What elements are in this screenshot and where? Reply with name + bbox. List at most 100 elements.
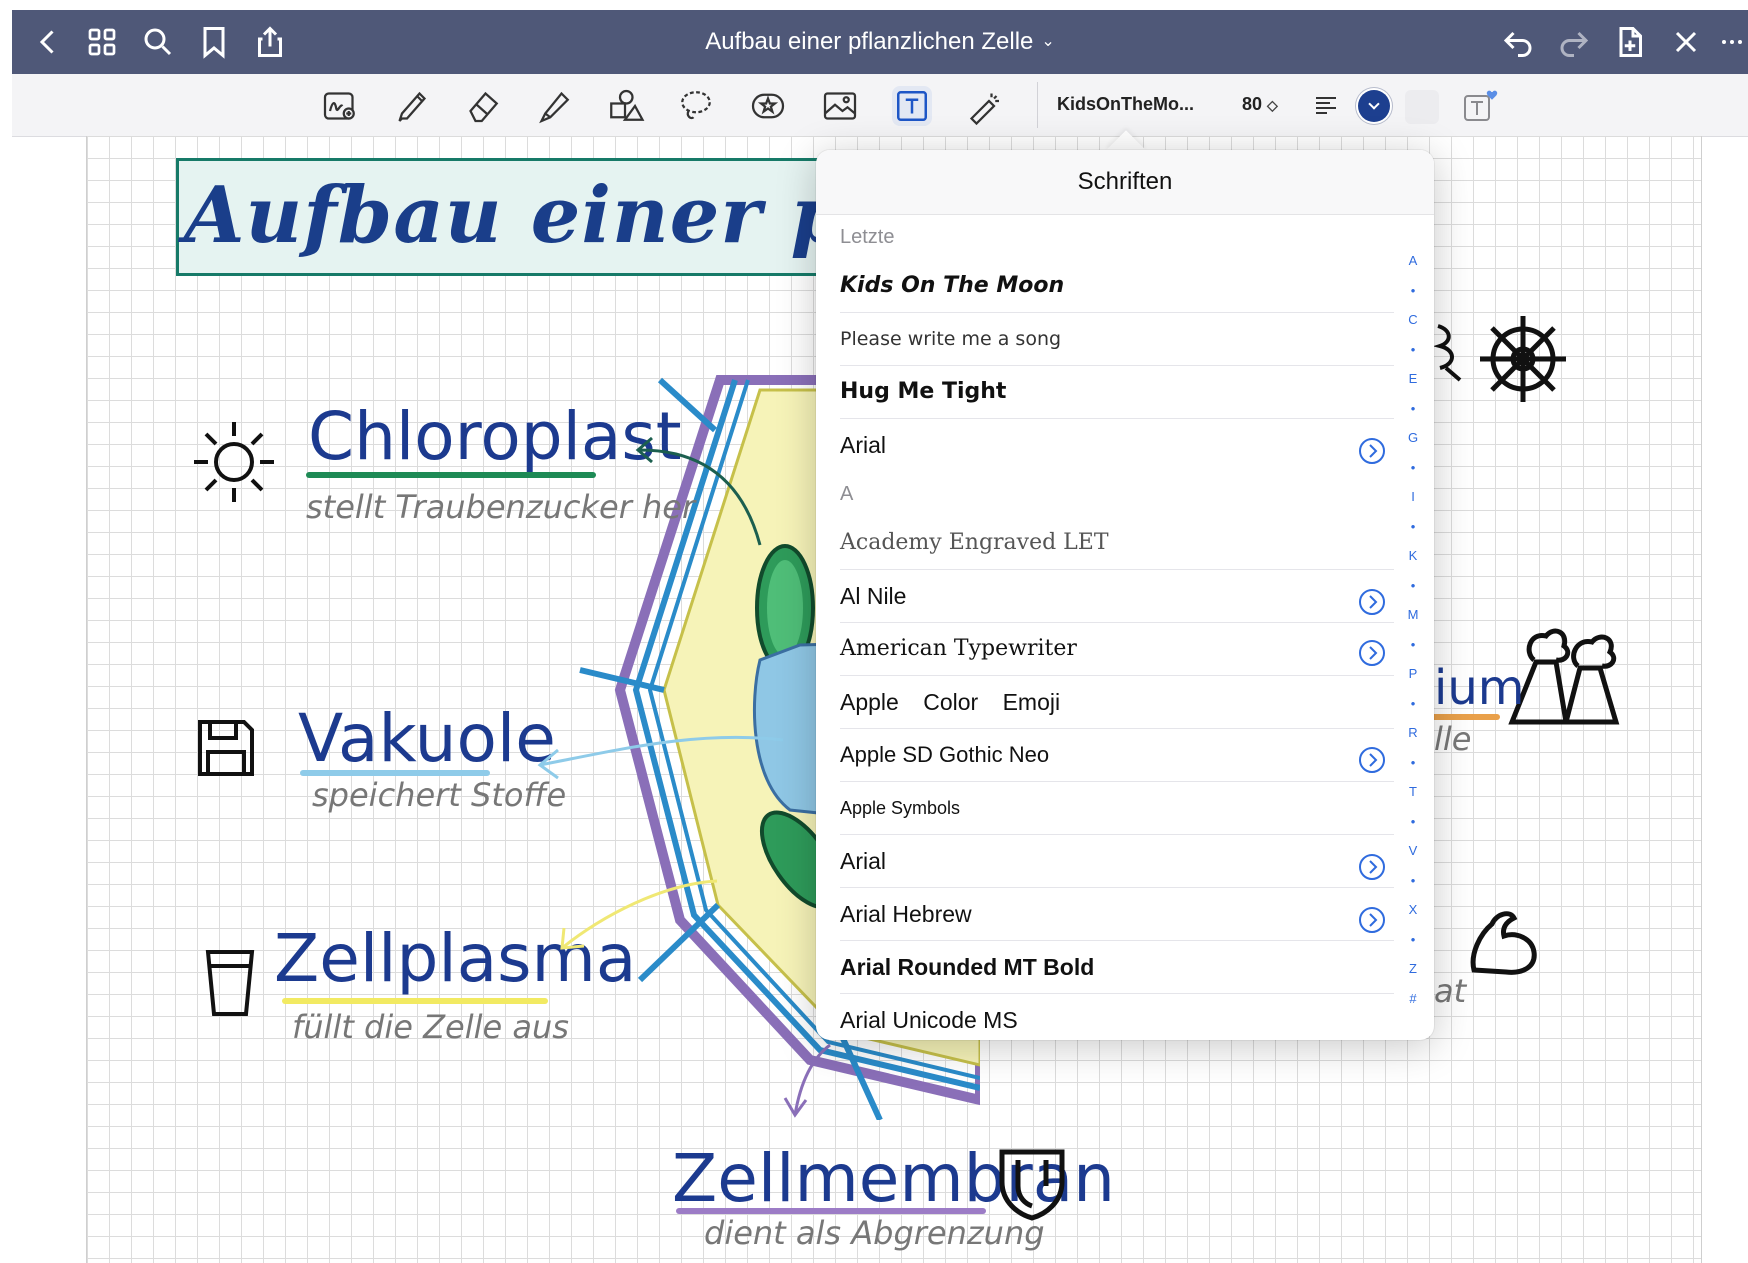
index-letter[interactable]: R [1408,718,1417,748]
section-header-a: A [840,483,854,505]
glass-icon [204,946,256,1018]
font-item-apple-sd-gothic-neo[interactable]: Apple SD Gothic Neo [840,729,1394,782]
index-letter[interactable]: Z [1409,954,1417,984]
info-chevron-icon[interactable] [1358,847,1386,880]
index-dot[interactable]: • [1411,689,1416,719]
info-chevron-icon[interactable] [1358,431,1386,464]
pen-icon[interactable] [392,86,432,126]
index-letter[interactable]: # [1409,984,1416,1014]
zellmembran-arrow [783,1043,831,1118]
font-item-label: Arial Hebrew [840,901,972,927]
font-item-label: Apple SD Gothic Neo [840,742,1050,767]
zellplasma-arrow [560,879,718,950]
font-size-stepper[interactable]: 80 ◇ [1242,94,1278,115]
elements-icon[interactable] [748,86,788,126]
font-item-please-write-me-a-song[interactable]: Please write me a song [840,313,1394,366]
index-dot[interactable]: • [1411,807,1416,837]
recent-section-header: Letzte [840,226,895,248]
font-item-label: Please write me a song [840,328,1062,350]
document-title-text: Aufbau einer pflanzlichen Zelle [705,28,1034,55]
font-item-academy-engraved[interactable]: Academy Engraved LET [840,517,1394,570]
index-dot[interactable]: • [1411,925,1416,955]
lasso-icon[interactable] [676,86,716,126]
font-size-value: 80 [1242,94,1263,114]
text-color-swatch[interactable] [1358,90,1390,122]
font-item-kids-on-the-moon[interactable]: Kids On The Moon [840,260,1394,313]
font-item-hug-me-tight[interactable]: Hug Me Tight [840,366,1394,419]
font-item-label: Al Nile [840,583,907,609]
font-item-arial-unicode-ms[interactable]: Arial Unicode MS [840,994,1394,1040]
undo-icon[interactable] [1500,24,1536,60]
font-item-arial[interactable]: Arial [840,835,1394,888]
index-dot[interactable]: • [1411,453,1416,483]
add-page-icon[interactable] [1612,24,1648,60]
partial-label-ium[interactable]: ium [1434,660,1525,716]
redo-icon[interactable] [1556,24,1592,60]
index-dot[interactable]: • [1411,571,1416,601]
stepper-arrows-icon: ◇ [1267,97,1278,113]
highlighter-icon[interactable] [534,86,574,126]
more-icon[interactable] [1718,24,1742,60]
index-dot[interactable]: • [1411,866,1416,896]
index-dot[interactable]: • [1411,748,1416,778]
index-dot[interactable]: • [1411,630,1416,660]
font-item-arial-hebrew[interactable]: Arial Hebrew [840,888,1394,941]
index-letter[interactable]: V [1409,836,1418,866]
text-style-icon[interactable] [1461,88,1499,124]
label-chloroplast[interactable]: Chloroplast [308,398,682,475]
font-item-al-nile[interactable]: Al Nile [840,570,1394,623]
index-letter[interactable]: X [1409,895,1418,925]
eraser-icon[interactable] [463,86,503,126]
partial-label-lle[interactable]: lle [1434,720,1471,758]
font-item-label: Hug Me Tight [840,379,1007,404]
alphabet-index-bar[interactable]: A • C • E • G • I • K • M • P • R • T • … [1402,246,1424,1013]
label-vakuole[interactable]: Vakuole [298,700,556,777]
index-dot[interactable]: • [1411,335,1416,365]
laser-pointer-icon[interactable] [964,86,1004,126]
text-tool-icon[interactable] [892,86,932,126]
font-picker-popover: Schriften Letzte Kids On The Moon Please… [816,150,1434,1040]
font-item-arial-rounded-mt-bold[interactable]: Arial Rounded MT Bold [840,941,1394,994]
font-name-button[interactable]: KidsOnTheMo... [1057,94,1194,115]
partial-label-at[interactable]: at [1434,972,1466,1010]
index-letter[interactable]: C [1408,305,1417,335]
index-letter[interactable]: P [1409,659,1418,689]
info-chevron-icon[interactable] [1358,582,1386,615]
index-dot[interactable]: • [1411,276,1416,306]
shapes-icon[interactable] [605,86,645,126]
index-letter[interactable]: K [1409,541,1418,571]
text-align-left-icon[interactable] [1312,92,1340,120]
label-zellplasma-subtitle[interactable]: füllt die Zelle aus [292,1008,569,1046]
text-background-swatch[interactable] [1405,90,1439,124]
index-letter[interactable]: A [1409,246,1418,276]
font-item-apple-symbols[interactable]: Apple Symbols [840,782,1394,835]
font-item-label: Academy Engraved LET [840,530,1109,555]
font-item-label: Apple Color Emoji [840,689,1061,715]
vakuole-arrow [537,735,784,780]
font-item-arial-recent[interactable]: Arial [840,419,1394,471]
font-item-label: American Typewriter [840,636,1077,661]
font-item-apple-color-emoji[interactable]: Apple Color Emoji [840,676,1394,729]
index-dot[interactable]: • [1411,512,1416,542]
info-chevron-icon[interactable] [1358,900,1386,933]
font-item-label: Arial [840,848,887,874]
close-icon[interactable] [1668,24,1704,60]
top-navigation-bar: Aufbau einer pflanzlichen Zelle ⌄ [12,10,1748,74]
index-letter[interactable]: T [1409,777,1417,807]
document-title[interactable]: Aufbau einer pflanzlichen Zelle ⌄ [12,28,1748,56]
flexed-arm-icon [1466,904,1542,980]
index-dot[interactable]: • [1411,394,1416,424]
index-letter[interactable]: I [1411,482,1415,512]
tool-toolbar: KidsOnTheMo... 80 ◇ [12,74,1748,137]
index-letter[interactable]: M [1408,600,1419,630]
font-item-american-typewriter[interactable]: American Typewriter [840,623,1394,676]
label-zellmembran-subtitle[interactable]: dient als Abgrenzung [704,1214,1045,1252]
info-chevron-icon[interactable] [1358,741,1386,773]
image-icon[interactable] [820,86,860,126]
index-letter[interactable]: E [1409,364,1418,394]
info-chevron-icon[interactable] [1358,635,1386,666]
shield-icon [996,1146,1068,1222]
index-letter[interactable]: G [1408,423,1418,453]
handwriting-zoom-icon[interactable] [320,86,360,126]
font-list[interactable]: Letzte Kids On The Moon Please write me … [816,214,1394,1040]
